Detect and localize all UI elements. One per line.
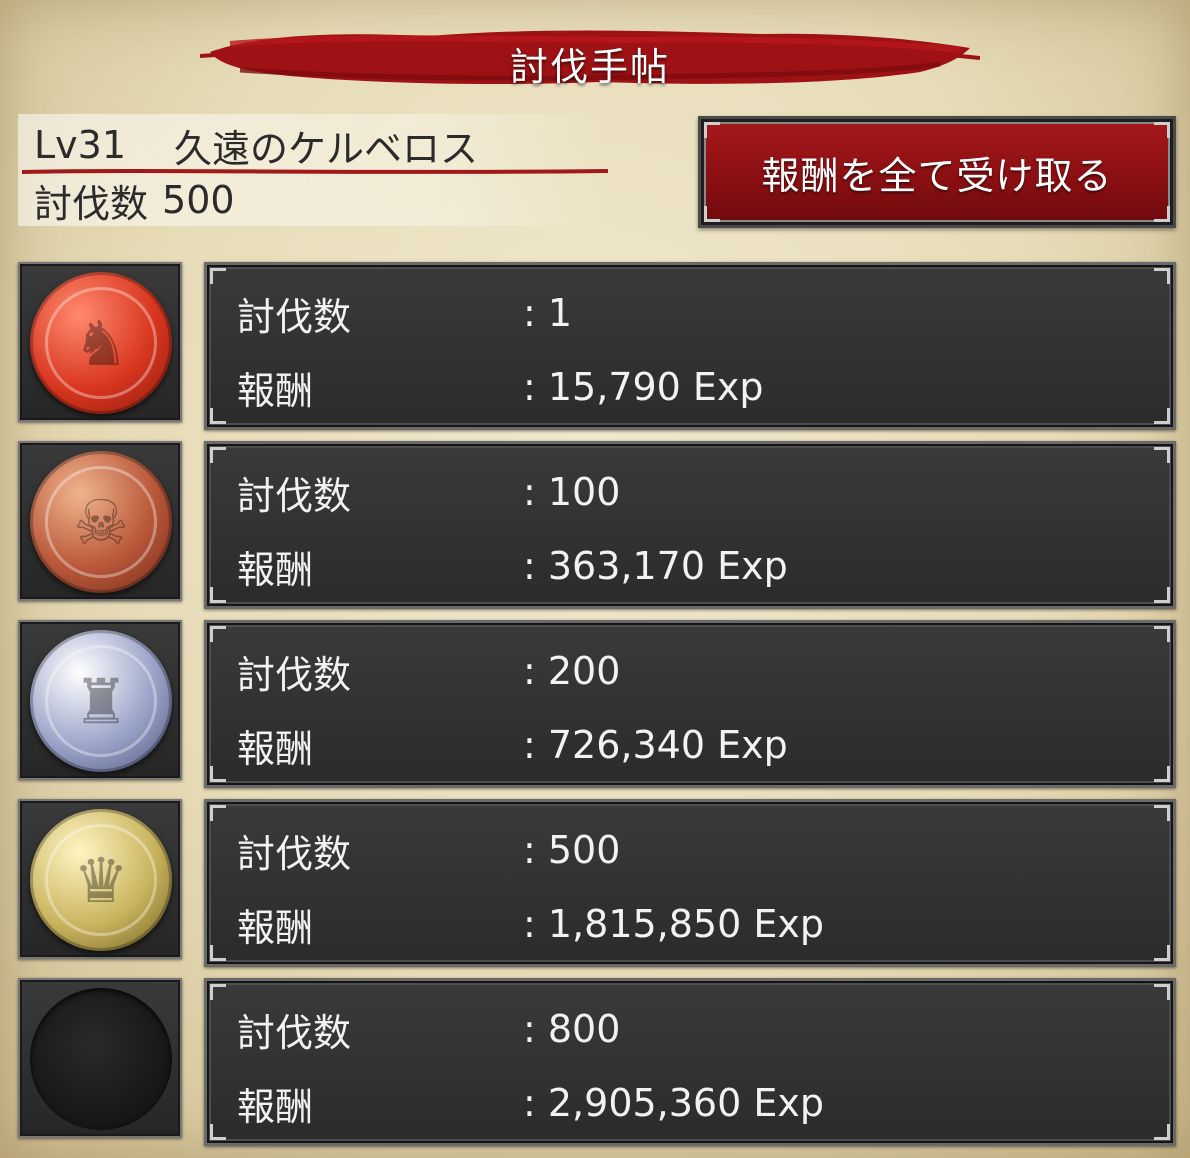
count-value: : 1 bbox=[523, 291, 573, 335]
kill-count-label: 討伐数 bbox=[34, 181, 149, 226]
count-label: 討伐数 bbox=[237, 831, 352, 876]
claim-all-label: 報酬を全て受け取る bbox=[761, 153, 1113, 198]
medal-frame: ♜ bbox=[18, 620, 182, 780]
monster-name: 久遠のケルベロス bbox=[174, 126, 479, 171]
title-banner: 討伐手帖 bbox=[200, 14, 980, 100]
empty-medal-slot-icon bbox=[30, 988, 172, 1130]
claim-all-rewards-button[interactable]: 報酬を全て受け取る bbox=[698, 116, 1176, 228]
reward-row: ♛ 討伐数 : 500 報酬 : 1,815,850 Exp bbox=[18, 799, 1176, 967]
medal-frame bbox=[18, 978, 182, 1138]
reward-panel: 討伐数 : 100 報酬 : 363,170 Exp bbox=[204, 441, 1176, 609]
count-label: 討伐数 bbox=[237, 652, 352, 697]
count-value: : 200 bbox=[523, 649, 621, 693]
reward-panel: 討伐数 : 200 報酬 : 726,340 Exp bbox=[204, 620, 1176, 788]
count-value: : 100 bbox=[523, 470, 621, 514]
monster-info: Lv31 久遠のケルベロス 討伐数 500 bbox=[18, 114, 612, 226]
reward-label: 報酬 bbox=[237, 726, 314, 771]
count-label: 討伐数 bbox=[237, 1010, 352, 1055]
monster-level: Lv31 bbox=[34, 123, 127, 167]
reward-value: : 2,905,360 Exp bbox=[523, 1081, 824, 1125]
count-value: : 500 bbox=[523, 828, 621, 872]
reward-label: 報酬 bbox=[237, 905, 314, 950]
reward-label: 報酬 bbox=[237, 547, 314, 592]
reward-row: ♜ 討伐数 : 200 報酬 : 726,340 Exp bbox=[18, 620, 1176, 788]
reward-value: : 726,340 Exp bbox=[523, 723, 788, 767]
red-medal-icon: ♞ bbox=[30, 272, 172, 414]
page-title: 討伐手帖 bbox=[509, 45, 670, 89]
bronze-medal-icon: ☠ bbox=[30, 451, 172, 593]
gold-medal-icon: ♛ bbox=[30, 809, 172, 951]
reward-value: : 15,790 Exp bbox=[523, 365, 764, 409]
medal-frame: ♛ bbox=[18, 799, 182, 959]
medal-frame: ♞ bbox=[18, 262, 182, 422]
kill-count-value: 500 bbox=[162, 178, 235, 222]
count-label: 討伐数 bbox=[237, 473, 352, 518]
reward-label: 報酬 bbox=[237, 1084, 314, 1129]
reward-panel: 討伐数 : 1 報酬 : 15,790 Exp bbox=[204, 262, 1176, 430]
reward-panel: 討伐数 : 500 報酬 : 1,815,850 Exp bbox=[204, 799, 1176, 967]
medal-frame: ☠ bbox=[18, 441, 182, 601]
reward-row: 討伐数 : 800 報酬 : 2,905,360 Exp bbox=[18, 978, 1176, 1146]
count-label: 討伐数 bbox=[237, 294, 352, 339]
silver-medal-icon: ♜ bbox=[30, 630, 172, 772]
reward-value: : 363,170 Exp bbox=[523, 544, 788, 588]
reward-value: : 1,815,850 Exp bbox=[523, 902, 824, 946]
reward-row: ☠ 討伐数 : 100 報酬 : 363,170 Exp bbox=[18, 441, 1176, 609]
reward-label: 報酬 bbox=[237, 368, 314, 413]
count-value: : 800 bbox=[523, 1007, 621, 1051]
reward-panel: 討伐数 : 800 報酬 : 2,905,360 Exp bbox=[204, 978, 1176, 1146]
reward-row: ♞ 討伐数 : 1 報酬 : 15,790 Exp bbox=[18, 262, 1176, 430]
